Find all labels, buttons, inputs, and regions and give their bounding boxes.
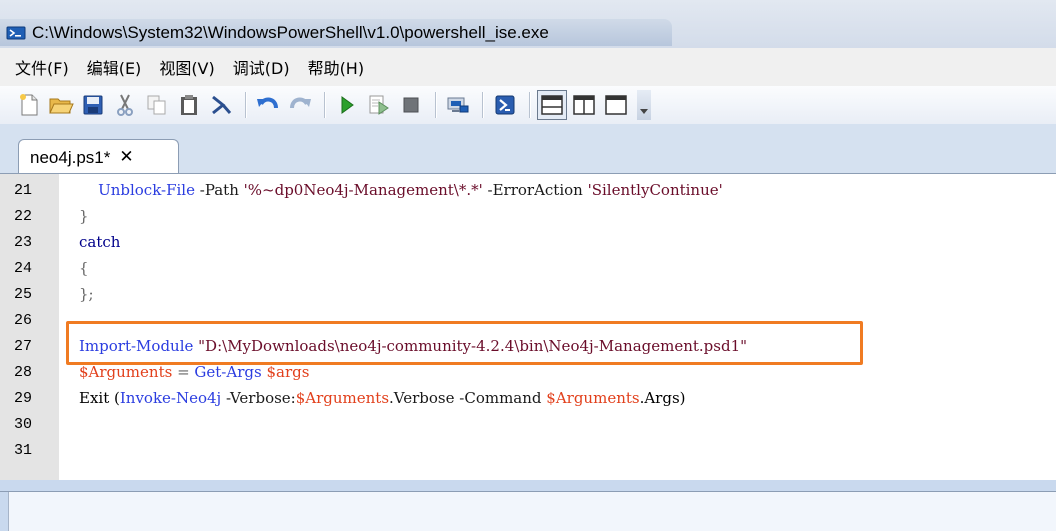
- code-line: 31: [0, 437, 1056, 463]
- new-remote-tab-button[interactable]: [443, 90, 473, 120]
- line-number: 28: [13, 363, 32, 381]
- script-editor[interactable]: 21 Unblock-File -Path '%~dp0Neo4j-Manage…: [0, 174, 1056, 480]
- powershell-ise-window: C:\Windows\System32\WindowsPowerShell\v1…: [0, 0, 1056, 531]
- code-line: 30: [0, 411, 1056, 437]
- title-bar[interactable]: C:\Windows\System32\WindowsPowerShell\v1…: [0, 0, 1056, 48]
- layout-max-icon: [605, 95, 627, 115]
- layout-script-top-button[interactable]: [537, 90, 567, 120]
- tab-neo4j-ps1[interactable]: neo4j.ps1* ✕: [18, 139, 179, 175]
- new-file-button[interactable]: [14, 90, 44, 120]
- toolbar-separator: [482, 92, 483, 118]
- code-text: $Arguments = Get-Args $args: [79, 363, 310, 381]
- toolbar: [0, 86, 1056, 124]
- code-text: Exit (Invoke-Neo4j -Verbose:$Arguments.V…: [79, 389, 686, 407]
- open-button[interactable]: [46, 90, 76, 120]
- code-text: Unblock-File -Path '%~dp0Neo4j-Managemen…: [79, 181, 723, 199]
- toolbar-separator: [324, 92, 325, 118]
- toolbar-overflow-chevron[interactable]: [637, 90, 651, 120]
- code-line: 22 }: [0, 203, 1056, 229]
- run-selection-button[interactable]: [364, 90, 394, 120]
- new-file-icon: [20, 94, 38, 116]
- menu-view[interactable]: 视图(V): [152, 51, 221, 83]
- close-icon[interactable]: ✕: [119, 149, 133, 166]
- line-number: 30: [13, 415, 32, 433]
- remote-powershell-icon: [447, 97, 469, 113]
- code-line: 24 {: [0, 255, 1056, 281]
- pane-splitter[interactable]: [0, 480, 1056, 492]
- script-tab-strip: neo4j.ps1* ✕: [0, 124, 1056, 175]
- code-text: catch: [79, 233, 121, 251]
- start-powershell-button[interactable]: [490, 90, 520, 120]
- highlight-annotation-box: [66, 321, 863, 365]
- run-icon: [341, 96, 354, 114]
- layout-script-right-button[interactable]: [569, 90, 599, 120]
- undo-icon: [257, 97, 278, 109]
- code-text: }: [79, 207, 89, 225]
- copy-button[interactable]: [142, 90, 172, 120]
- cut-button[interactable]: [110, 90, 140, 120]
- paste-icon: [181, 95, 197, 115]
- save-icon: [83, 95, 103, 115]
- menu-edit[interactable]: 编辑(E): [80, 51, 149, 83]
- line-number: 21: [13, 181, 32, 199]
- line-number: 31: [13, 441, 32, 459]
- code-line: 23 catch: [0, 229, 1056, 255]
- powershell-console-icon: [495, 95, 515, 115]
- menu-help[interactable]: 帮助(H): [301, 51, 372, 83]
- code-line: 21 Unblock-File -Path '%~dp0Neo4j-Manage…: [0, 177, 1056, 203]
- window-title: C:\Windows\System32\WindowsPowerShell\v1…: [32, 22, 549, 42]
- redo-icon: [290, 97, 311, 109]
- line-number: 29: [13, 389, 32, 407]
- line-number: 22: [13, 207, 32, 225]
- layout-script-max-button[interactable]: [601, 90, 631, 120]
- code-text: {: [79, 259, 89, 277]
- tab-label: neo4j.ps1*: [30, 147, 111, 167]
- paste-button[interactable]: [174, 90, 204, 120]
- menu-debug[interactable]: 调试(D): [226, 51, 297, 83]
- toolbar-separator: [245, 92, 246, 118]
- stop-icon: [403, 97, 419, 113]
- line-number: 26: [13, 311, 32, 329]
- menu-file[interactable]: 文件(F): [8, 51, 76, 83]
- toolbar-separator: [435, 92, 436, 118]
- redo-button[interactable]: [285, 90, 315, 120]
- code-text: };: [79, 285, 94, 303]
- code-line: 25 };: [0, 281, 1056, 307]
- open-folder-icon: [49, 98, 74, 114]
- stop-button[interactable]: [396, 90, 426, 120]
- toolbar-separator: [529, 92, 530, 118]
- clear-icon: [212, 95, 232, 115]
- line-number: 27: [13, 337, 32, 355]
- line-number: 23: [13, 233, 32, 251]
- cut-icon: [117, 94, 133, 116]
- run-script-button[interactable]: [332, 90, 362, 120]
- console-pane[interactable]: [8, 492, 1056, 531]
- save-button[interactable]: [78, 90, 108, 120]
- copy-icon: [147, 95, 166, 115]
- clear-button[interactable]: [206, 90, 236, 120]
- menu-bar: 文件(F) 编辑(E) 视图(V) 调试(D) 帮助(H): [0, 48, 1056, 86]
- layout-right-icon: [573, 95, 595, 115]
- line-number: 25: [13, 285, 32, 303]
- run-selection-icon: [369, 95, 389, 115]
- layout-top-icon: [541, 95, 563, 115]
- code-line: 29 Exit (Invoke-Neo4j -Verbose:$Argument…: [0, 385, 1056, 411]
- title-tab: C:\Windows\System32\WindowsPowerShell\v1…: [0, 19, 672, 46]
- undo-button[interactable]: [253, 90, 283, 120]
- powershell-icon: [6, 26, 26, 39]
- line-number: 24: [13, 259, 32, 277]
